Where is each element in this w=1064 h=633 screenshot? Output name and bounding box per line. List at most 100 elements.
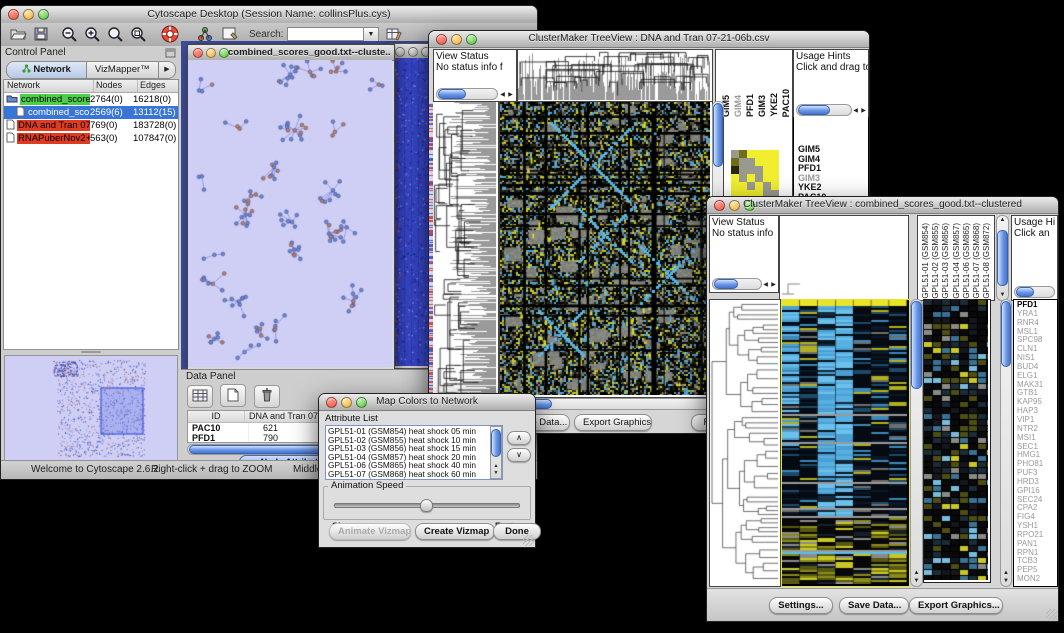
scroll-down-icon[interactable]: ▼	[911, 578, 922, 585]
select-attributes-button[interactable]	[187, 385, 213, 408]
scrollbar-thumb[interactable]	[491, 429, 501, 457]
network-overview-canvas[interactable]	[5, 356, 177, 460]
mini-heatmap-cell[interactable]	[739, 166, 747, 174]
mini-heatmap-cell[interactable]	[763, 174, 771, 182]
column-label[interactable]: GPL51-02 (GSM855)	[931, 223, 941, 299]
animation-speed-slider[interactable]	[334, 499, 520, 509]
mini-heatmap-cell[interactable]	[739, 150, 747, 158]
row-dendrogram-panel[interactable]	[709, 299, 781, 587]
column-label[interactable]: GPL51-06 (GSM865)	[962, 223, 972, 299]
mini-heatmap-cell[interactable]	[763, 150, 771, 158]
move-up-button[interactable]: ∧	[507, 431, 531, 445]
mini-heatmap-cell[interactable]	[731, 150, 739, 158]
scroll-up-icon[interactable]: ▲	[911, 570, 922, 577]
main-heatmap-panel[interactable]	[781, 299, 910, 587]
scrollbar-thumb[interactable]	[997, 230, 1008, 286]
settings-button[interactable]: Settings...	[769, 597, 833, 614]
mini-heatmap-cell[interactable]	[747, 150, 755, 158]
mini-heatmap-cell[interactable]	[771, 166, 779, 174]
main-heatmap-panel[interactable]	[499, 101, 713, 398]
zoom-fit-icon[interactable]	[107, 26, 124, 43]
scrollbar-thumb[interactable]	[1001, 301, 1011, 367]
mini-heatmap-cell[interactable]	[747, 166, 755, 174]
mini-heatmap-cell[interactable]	[763, 182, 771, 190]
scrollbar-thumb[interactable]	[713, 103, 723, 167]
mini-heatmap-cell[interactable]	[747, 182, 755, 190]
mini-heatmap-cell[interactable]	[763, 158, 771, 166]
tab-vizmapper[interactable]: VizMapper™	[87, 62, 159, 78]
mini-heatmap-cell[interactable]	[771, 182, 779, 190]
mini-heatmap-cell[interactable]	[771, 174, 779, 182]
row-dendrogram-panel[interactable]	[433, 101, 499, 398]
scroll-right-icon[interactable]: ▶	[770, 282, 777, 289]
mini-heatmap-cell[interactable]	[771, 150, 779, 158]
mini-heatmap-cell[interactable]	[747, 174, 755, 182]
export-graphics-button[interactable]: Export Graphics...	[574, 414, 652, 431]
usage-hints-scrollbar[interactable]	[1014, 286, 1055, 298]
column-label[interactable]: GPL51-03 (GSM856)	[941, 223, 951, 299]
gene-list-item[interactable]: MON2	[1017, 575, 1043, 584]
mini-heatmap-cell[interactable]	[763, 166, 771, 174]
mini-heatmap-cell[interactable]	[739, 158, 747, 166]
column-label[interactable]: YKE2	[769, 93, 780, 117]
mini-heatmap-cell[interactable]	[747, 158, 755, 166]
move-down-button[interactable]: ∨	[507, 448, 531, 462]
mini-heatmap-cell[interactable]	[731, 182, 739, 190]
export-graphics-button[interactable]: Export Graphics...	[909, 597, 1003, 614]
search-input[interactable]	[287, 27, 365, 41]
mini-heatmap-cell[interactable]	[755, 174, 763, 182]
map-dialog-titlebar[interactable]: Map Colors to Network	[319, 394, 535, 411]
network-view-titlebar[interactable]: combined_scores_good.txt--cluste...	[188, 45, 394, 61]
scroll-right-icon[interactable]: ▶	[860, 108, 867, 115]
column-label[interactable]: PFD1	[745, 94, 756, 117]
mini-heatmap-cell[interactable]	[755, 166, 763, 174]
scroll-right-icon[interactable]: ▶	[507, 92, 514, 99]
network-table-row[interactable]: combined_scores2764(0)16218(0)	[4, 93, 178, 106]
network-view-canvas[interactable]	[188, 60, 392, 367]
resize-grip[interactable]	[523, 535, 534, 546]
column-labels-vscrollbar[interactable]: ▲ ▼	[996, 215, 1009, 301]
column-label[interactable]: GPL51-07 (GSM868)	[972, 223, 982, 299]
slider-thumb[interactable]	[420, 499, 433, 512]
scroll-down-icon[interactable]: ▼	[997, 292, 1008, 299]
zoom-in-icon[interactable]	[84, 26, 101, 43]
table-edit-icon[interactable]	[385, 26, 403, 42]
column-dendrogram-panel[interactable]	[517, 49, 713, 103]
column-label[interactable]: GIM4	[733, 95, 744, 117]
scroll-up-icon[interactable]: ▲	[491, 463, 501, 470]
open-icon[interactable]	[9, 26, 27, 42]
column-label[interactable]: GPL51-08 (GSM872)	[982, 223, 992, 299]
mini-heatmap-cell[interactable]	[731, 158, 739, 166]
treeview-dna-titlebar[interactable]: ClusterMaker TreeView : DNA and Tran 07-…	[429, 31, 869, 48]
treeview-combined-titlebar[interactable]: ClusterMaker TreeView : combined_scores_…	[707, 197, 1058, 214]
heatmap-vscrollbar[interactable]: ▲ ▼	[910, 299, 923, 587]
network-table-row[interactable]: combined_sco2569(6)13112(15)	[4, 106, 178, 119]
animate-vizmap-button[interactable]: Animate Vizmap	[329, 523, 411, 540]
help-lifering-icon[interactable]	[161, 25, 179, 43]
network-view-frame[interactable]: combined_scores_good.txt--cluste...	[187, 44, 395, 369]
save-data-button[interactable]: Save Data...	[839, 597, 909, 614]
annotation-icon[interactable]	[221, 26, 238, 42]
mini-heatmap-cell[interactable]	[755, 158, 763, 166]
tab-network[interactable]: Network	[7, 62, 87, 78]
resize-grip[interactable]	[1046, 609, 1057, 620]
mini-heatmap-cell[interactable]	[755, 150, 763, 158]
close-icon[interactable]	[193, 48, 203, 58]
mini-heatmap-cell[interactable]	[771, 158, 779, 166]
view-status-scrollbar[interactable]	[436, 88, 498, 100]
scroll-down-icon[interactable]: ▼	[491, 470, 501, 477]
float-panel-icon[interactable]	[165, 48, 176, 58]
save-icon[interactable]	[33, 26, 49, 42]
column-labels-panel[interactable]: GIM5GIM4PFD1GIM3YKE2PAC10	[715, 49, 793, 118]
column-label[interactable]: GPL51-04 (GSM857)	[952, 223, 962, 299]
secondary-heatmap-panel[interactable]	[923, 299, 991, 583]
view-status-scrollbar[interactable]	[712, 278, 762, 290]
close-icon[interactable]	[395, 47, 405, 57]
create-vizmap-button[interactable]: Create Vizmap	[415, 523, 495, 540]
mini-heatmap-cell[interactable]	[739, 182, 747, 190]
minimize-icon[interactable]	[408, 47, 418, 57]
scroll-up-icon[interactable]: ▲	[1001, 570, 1011, 577]
attribute-list-vscrollbar[interactable]: ▲ ▼	[490, 426, 502, 479]
minimize-icon[interactable]	[206, 48, 216, 58]
vizmap-icon[interactable]	[197, 26, 214, 42]
